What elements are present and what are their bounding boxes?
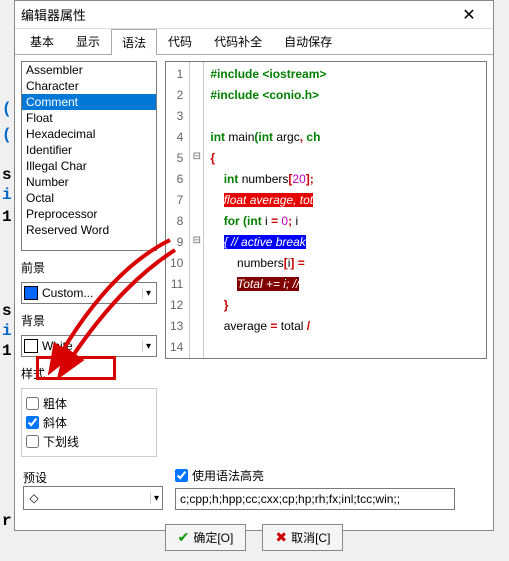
use-highlight-checkbox[interactable]: 使用语法高亮 [175,467,455,484]
chevron-down-icon: ▾ [142,288,154,299]
underline-checkbox[interactable]: 下划线 [26,433,152,450]
document-icon: ◇ [24,491,44,505]
italic-label: 斜体 [43,414,67,431]
list-item[interactable]: Preprocessor [22,206,156,222]
window-title: 编辑器属性 [21,5,451,24]
x-icon: ✖ [275,529,287,546]
tab-display[interactable]: 显示 [65,28,111,54]
syntax-element-list[interactable]: Assembler Character Comment Float Hexade… [21,61,157,251]
background-value: White [42,339,142,353]
preset-combo[interactable]: ◇ ▾ [23,486,163,510]
list-item[interactable]: Comment [22,94,156,110]
background-combo[interactable]: White ▾ [21,335,157,357]
editor-properties-dialog: 编辑器属性 ✕ 基本 显示 语法 代码 代码补全 自动保存 Assembler … [14,0,494,531]
tab-autosave[interactable]: 自动保存 [273,28,343,54]
italic-checkbox[interactable]: 斜体 [26,414,152,431]
fold-column: ⊟⊟ [190,62,204,358]
use-highlight-input[interactable] [175,469,188,482]
list-item[interactable]: Identifier [22,142,156,158]
list-item[interactable]: Number [22,174,156,190]
code-preview: 1234567891011121314 ⊟⊟ #include <iostrea… [165,61,487,359]
line-gutter: 1234567891011121314 [166,62,190,358]
foreground-value: Custom... [42,286,142,300]
code-lines: #include <iostream>#include <conio.h>int… [204,62,486,358]
foreground-swatch [24,286,38,300]
ok-label: 确定[O] [193,529,233,546]
list-item[interactable]: Float [22,110,156,126]
foreground-label: 前景 [21,259,157,276]
bold-input[interactable] [26,397,39,410]
extensions-input[interactable] [175,488,455,510]
list-item[interactable]: Hexadecimal [22,126,156,142]
cancel-label: 取消[C] [291,529,330,546]
preset-label: 预设 [23,469,163,486]
cancel-button[interactable]: ✖ 取消[C] [262,524,343,551]
style-group: 粗体 斜体 下划线 [21,388,157,457]
check-icon: ✔ [178,529,190,546]
bold-checkbox[interactable]: 粗体 [26,395,152,412]
tab-syntax[interactable]: 语法 [111,29,157,55]
list-item[interactable]: Assembler [22,62,156,78]
italic-input[interactable] [26,416,39,429]
background-label: 背景 [21,312,157,329]
background-swatch [24,339,38,353]
bold-label: 粗体 [43,395,67,412]
chevron-down-icon: ▾ [150,493,162,504]
titlebar: 编辑器属性 ✕ [15,1,493,29]
list-item[interactable]: Illegal Char [22,158,156,174]
use-highlight-label: 使用语法高亮 [192,467,264,484]
close-icon[interactable]: ✕ [451,5,487,25]
list-item[interactable]: Character [22,78,156,94]
style-label: 样式 [21,365,157,382]
tab-strip: 基本 显示 语法 代码 代码补全 自动保存 [15,29,493,55]
underline-input[interactable] [26,435,39,448]
tab-basic[interactable]: 基本 [19,28,65,54]
chevron-down-icon: ▾ [142,341,154,352]
tab-completion[interactable]: 代码补全 [203,28,273,54]
underline-label: 下划线 [43,433,79,450]
foreground-combo[interactable]: Custom... ▾ [21,282,157,304]
list-item[interactable]: Octal [22,190,156,206]
ok-button[interactable]: ✔ 确定[O] [165,524,247,551]
list-item[interactable]: Reserved Word [22,222,156,238]
tab-code[interactable]: 代码 [157,28,203,54]
